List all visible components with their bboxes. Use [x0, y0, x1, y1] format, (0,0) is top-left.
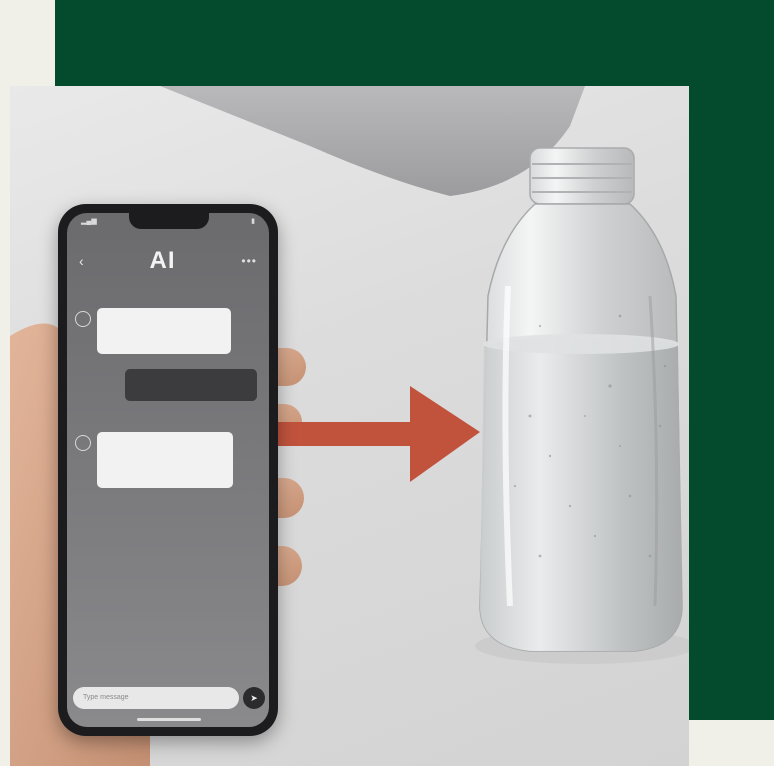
incoming-message-bubble — [97, 432, 233, 488]
message-input[interactable]: Type message — [73, 687, 239, 709]
ellipsis-icon[interactable]: ••• — [241, 254, 257, 268]
status-bar: ▂▄▆ ▮ — [81, 217, 255, 229]
smartphone: ▂▄▆ ▮ ‹ AI ••• Type message ➤ — [58, 204, 278, 736]
outgoing-message-bubble — [125, 369, 257, 401]
chat-header: ‹ AI ••• — [67, 243, 269, 279]
assistant-avatar — [75, 435, 91, 451]
home-indicator — [137, 718, 201, 721]
water-bottle — [479, 147, 683, 652]
incoming-message-bubble — [97, 308, 231, 354]
battery-icon: ▮ — [251, 218, 255, 225]
phone-screen: ▂▄▆ ▮ ‹ AI ••• Type message ➤ — [67, 213, 269, 727]
chat-title: AI — [149, 247, 176, 274]
chevron-left-icon[interactable]: ‹ — [79, 253, 84, 269]
assistant-avatar — [75, 311, 91, 327]
laptop-corner — [160, 86, 585, 196]
send-icon[interactable]: ➤ — [243, 687, 265, 709]
signal-icon: ▂▄▆ — [81, 218, 97, 225]
photo: ▂▄▆ ▮ ‹ AI ••• Type message ➤ — [10, 86, 689, 766]
